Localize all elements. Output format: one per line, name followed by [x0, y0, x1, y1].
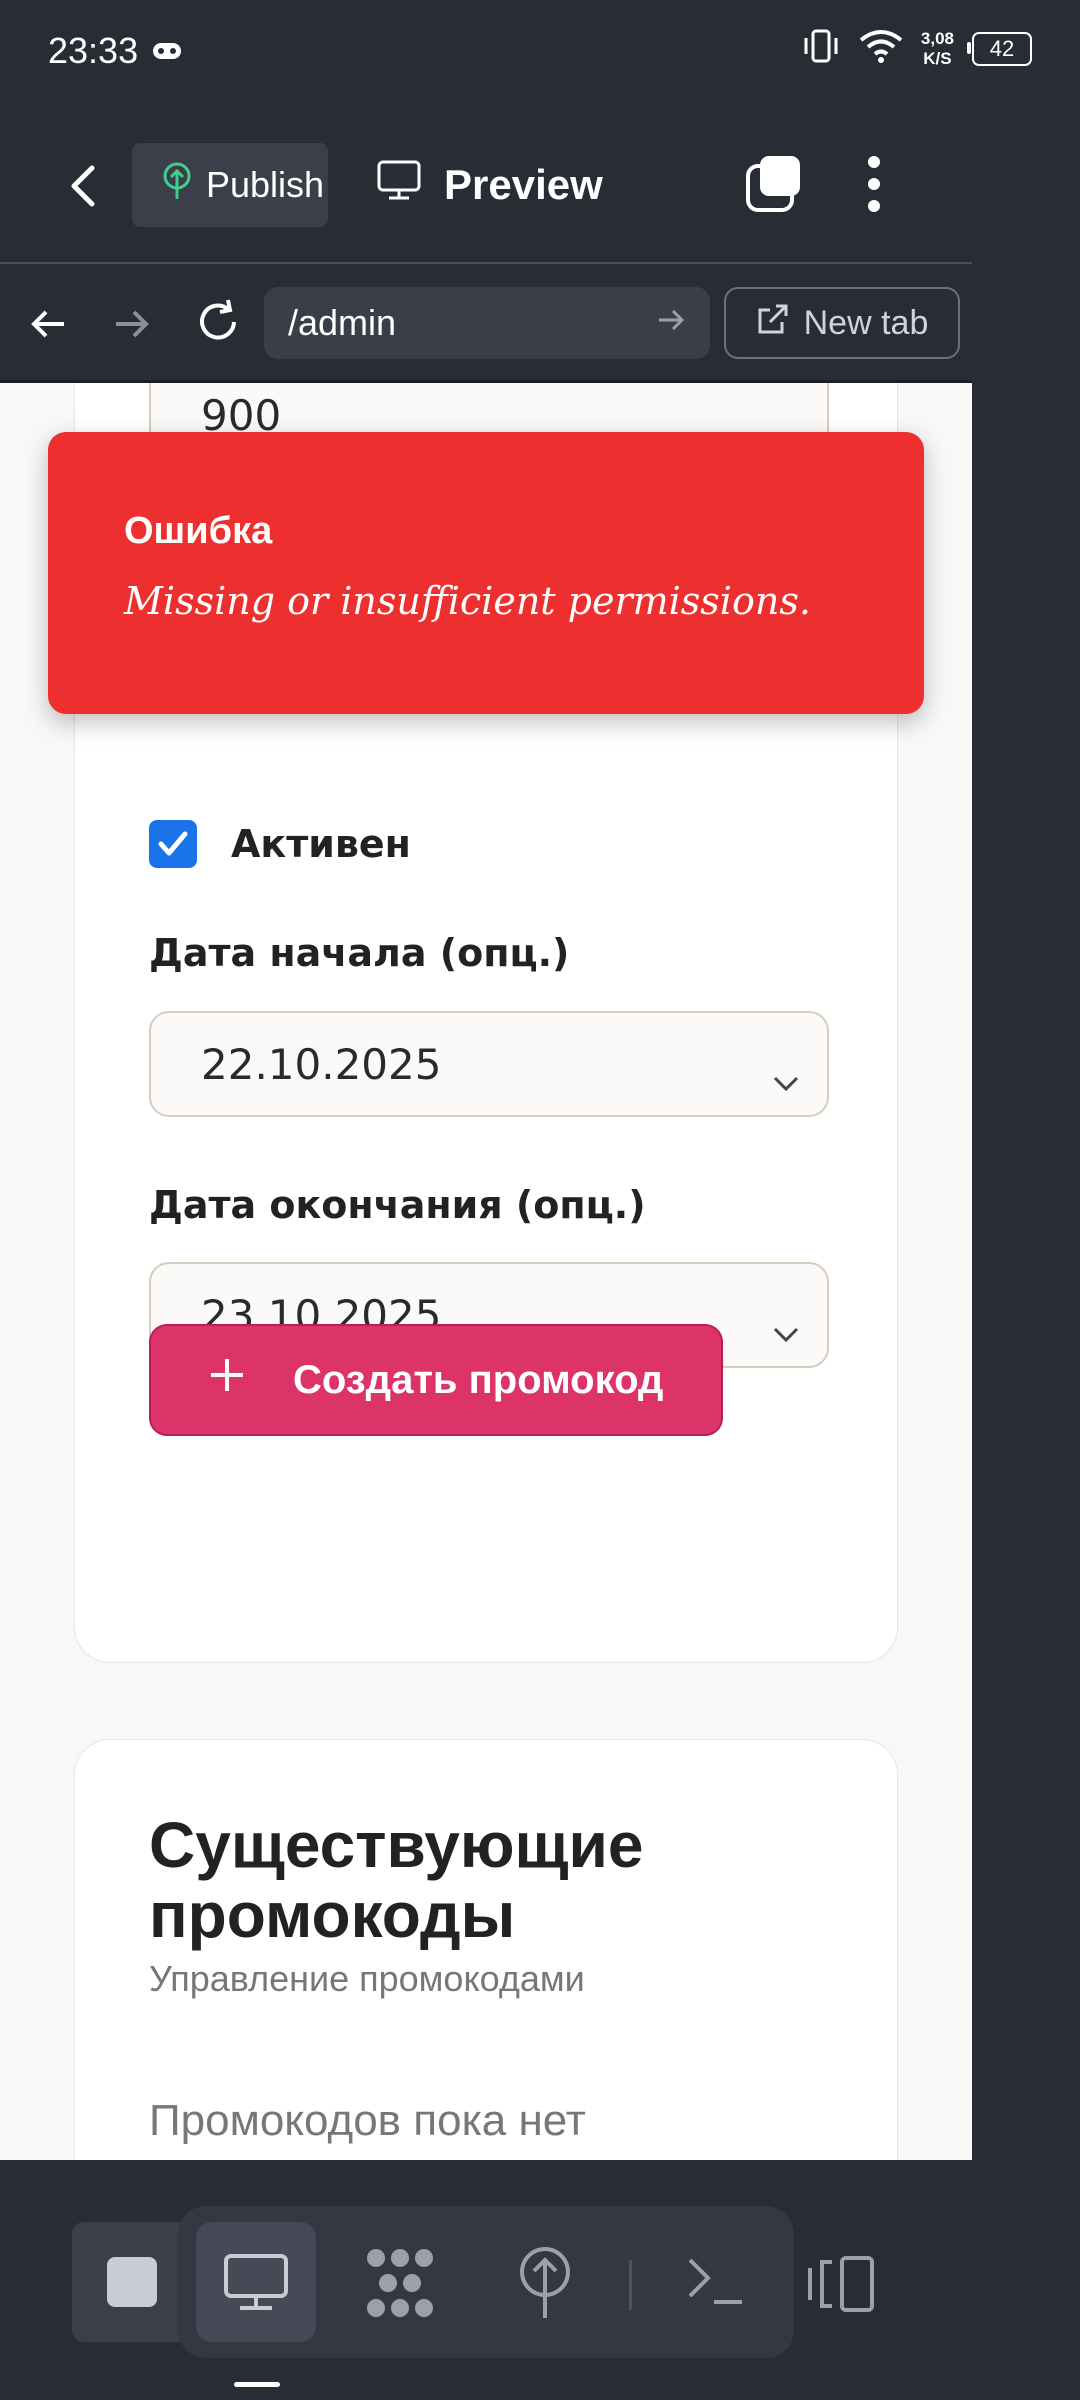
network-speed: 3,08 K/S [921, 29, 954, 69]
section-subtitle: Управление промокодами [149, 1958, 585, 1999]
wifi-icon [859, 28, 903, 69]
active-label: Активен [231, 822, 411, 866]
new-tab-button[interactable]: New tab [724, 287, 960, 359]
preview-label: Preview [444, 161, 603, 208]
browser-back-icon[interactable] [28, 304, 68, 349]
vibrate-icon [801, 28, 841, 69]
active-checkbox[interactable] [149, 820, 197, 868]
external-link-icon [756, 302, 790, 345]
create-promo-label: Создать промокод [293, 1357, 664, 1402]
network-speed-unit: K/S [923, 48, 952, 68]
more-options-icon[interactable] [866, 152, 882, 221]
dock-separator [629, 2260, 632, 2310]
split-view-icon[interactable] [804, 2254, 876, 2319]
browser-forward-icon[interactable] [112, 304, 152, 349]
status-time: 23:33 [48, 30, 139, 71]
preview-button[interactable]: Preview [376, 150, 603, 220]
publish-button[interactable]: Publish [132, 143, 328, 227]
reload-icon[interactable] [194, 298, 242, 351]
stop-icon [107, 2257, 157, 2307]
app-toolbar: Publish Preview [0, 130, 1080, 240]
url-text: /admin [288, 302, 397, 343]
network-speed-value: 3,08 [920, 28, 954, 48]
go-arrow-icon[interactable] [656, 302, 686, 344]
browser-nav-bar: /admin New tab [0, 270, 972, 380]
url-input[interactable]: /admin [264, 287, 710, 359]
battery-level: 42 [989, 35, 1015, 61]
integrations-icon[interactable] [362, 2246, 438, 2325]
publish-label: Publish [206, 164, 325, 205]
back-icon[interactable] [66, 164, 100, 213]
chevron-down-icon [771, 1306, 801, 1355]
status-bar: 23:33 3,08 K/S 42 [0, 0, 1080, 110]
publish-globe-icon[interactable] [516, 2246, 574, 2327]
desktop-icon [224, 2254, 288, 2310]
stop-button[interactable] [72, 2222, 192, 2342]
home-indicator [234, 2382, 280, 2387]
publish-icon [160, 161, 194, 210]
existing-promos-card: Существующие промокоды Управление промок… [74, 1739, 898, 2160]
bottom-dock [0, 2160, 1080, 2400]
monitor-icon [376, 159, 422, 211]
new-tab-label: New tab [803, 303, 929, 342]
error-toast[interactable]: Ошибка Missing or insufficient permissio… [48, 432, 924, 714]
start-date-label: Дата начала (опц.) [149, 931, 570, 975]
start-date-picker[interactable]: 22.10.2025 [149, 1011, 829, 1117]
section-title: Существующие промокоды [149, 1809, 644, 1951]
toast-message: Missing or insufficient permissions. [124, 579, 811, 623]
webview: 900 Активен Дата начала (опц.) 22.10.202… [0, 383, 972, 2160]
start-date-value: 22.10.2025 [201, 1039, 442, 1089]
toolbar-divider [0, 262, 972, 264]
desktop-view-button[interactable] [196, 2222, 316, 2342]
create-promo-button[interactable]: Создать промокод [149, 1324, 723, 1436]
toast-title: Ошибка [124, 510, 273, 552]
terminal-icon[interactable] [686, 2256, 746, 2313]
checkmark-icon [158, 831, 188, 856]
plus-icon [207, 1355, 247, 1405]
chevron-down-icon [771, 1055, 801, 1104]
empty-state-text: Промокодов пока нет [149, 2096, 586, 2145]
tabs-icon[interactable] [744, 154, 804, 219]
gamepad-icon [152, 40, 182, 67]
end-date-label: Дата окончания (опц.) [149, 1183, 646, 1227]
battery-indicator: 42 [967, 31, 1032, 66]
